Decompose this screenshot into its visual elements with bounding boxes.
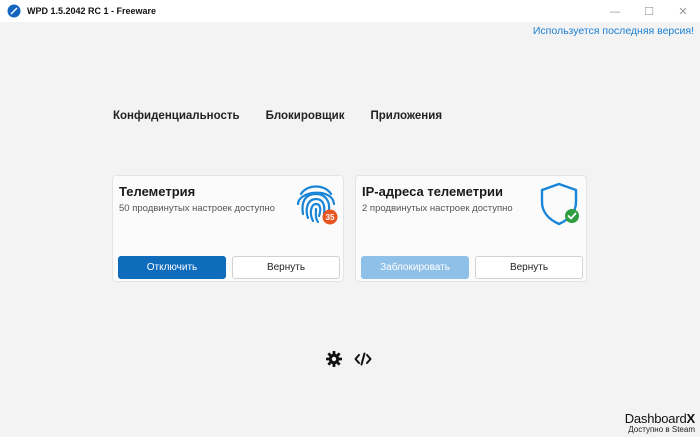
nav-item-blocker[interactable]: Блокировщик <box>266 110 345 122</box>
card-subtitle: 2 продвинутых настроек доступно <box>362 203 513 214</box>
shield-check-icon <box>540 182 579 226</box>
card-title: IP-адреса телеметрии <box>362 184 504 199</box>
revert-ip-button[interactable]: Вернуть <box>475 256 583 279</box>
revert-telemetry-button[interactable]: Вернуть <box>232 256 340 279</box>
main-nav: Конфиденциальность Блокировщик Приложени… <box>113 110 468 122</box>
block-ip-button[interactable]: Заблокировать <box>361 256 469 279</box>
update-status-link[interactable]: Используется последняя версия! <box>533 25 694 37</box>
gear-icon[interactable] <box>325 350 343 368</box>
nav-item-apps[interactable]: Приложения <box>371 110 443 122</box>
watermark-brand: DashboardX <box>624 411 696 426</box>
watermark-brand-suffix: X <box>686 411 696 426</box>
watermark-brand-prefix: Dashboard <box>624 411 687 426</box>
title-bar: WPD 1.5.2042 RC 1 - Freeware — ☐ ✕ <box>0 0 700 22</box>
window-controls: — ☐ ✕ <box>598 0 700 22</box>
window-title: WPD 1.5.2042 RC 1 - Freeware <box>27 6 157 16</box>
minimize-button[interactable]: — <box>598 0 632 22</box>
nav-item-privacy[interactable]: Конфиденциальность <box>113 110 240 122</box>
code-icon[interactable] <box>354 350 372 368</box>
app-logo-icon <box>7 4 21 18</box>
footer-toolbar <box>325 350 383 368</box>
card-subtitle: 50 продвинутых настроек доступно <box>119 203 275 214</box>
app-window: WPD 1.5.2042 RC 1 - Freeware — ☐ ✕ Испол… <box>0 0 700 437</box>
disable-telemetry-button[interactable]: Отключить <box>118 256 226 279</box>
telemetry-badge: 35 <box>326 213 335 222</box>
maximize-button[interactable]: ☐ <box>632 0 666 22</box>
close-button[interactable]: ✕ <box>666 0 700 22</box>
watermark-subtitle: Доступно в Steam <box>628 425 695 434</box>
fingerprint-icon: 35 <box>296 185 338 225</box>
card-title: Телеметрия <box>119 184 196 199</box>
watermark: DashboardX Доступно в Steam <box>624 411 696 434</box>
telemetry-ip-card: IP-адреса телеметрии 2 продвинутых настр… <box>355 175 587 282</box>
telemetry-card: Телеметрия 50 продвинутых настроек досту… <box>112 175 344 282</box>
